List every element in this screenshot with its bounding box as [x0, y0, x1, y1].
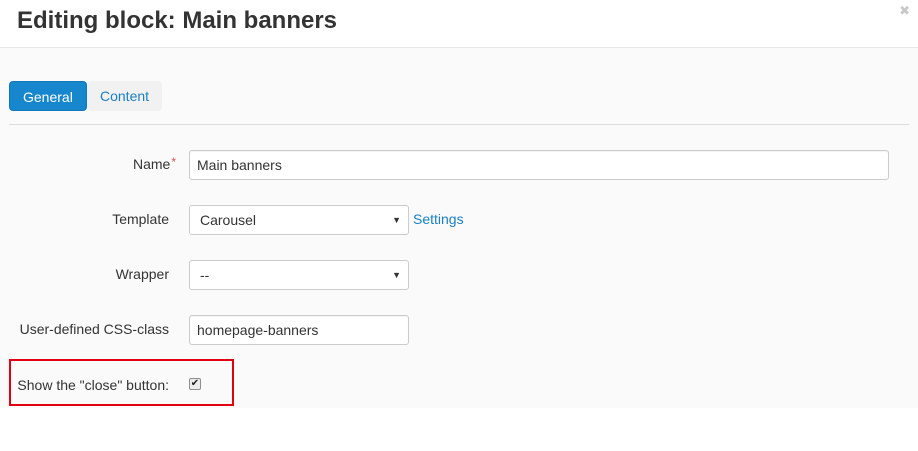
template-select[interactable]: Carousel ▼ [189, 205, 409, 235]
required-marker: * [171, 155, 176, 169]
template-settings-link[interactable]: Settings [413, 211, 464, 227]
dialog-header: Editing block: Main banners ✖ [0, 0, 918, 48]
template-selected-value: Carousel [200, 212, 257, 228]
css-class-label: User-defined CSS-class [19, 321, 169, 337]
dialog-title: Editing block: Main banners [17, 7, 338, 34]
name-label-text: Name [132, 156, 171, 172]
tab-general[interactable]: General [9, 81, 87, 111]
chevron-down-icon: ▼ [392, 215, 401, 225]
show-close-checkbox[interactable]: ✔ [189, 378, 201, 390]
tab-content[interactable]: Content [87, 81, 163, 111]
name-label: Name* [120, 155, 176, 172]
close-icon[interactable]: ✖ [899, 3, 910, 19]
show-close-label: Show the "close" button: [17, 377, 169, 393]
css-class-field[interactable] [189, 315, 409, 345]
name-field[interactable] [189, 150, 889, 180]
template-label: Template [112, 211, 169, 227]
wrapper-selected-value: -- [200, 267, 210, 283]
chevron-down-icon: ▼ [392, 270, 401, 280]
wrapper-select[interactable]: -- ▼ [189, 260, 409, 290]
tab-divider [9, 124, 909, 125]
wrapper-label: Wrapper [115, 266, 169, 282]
